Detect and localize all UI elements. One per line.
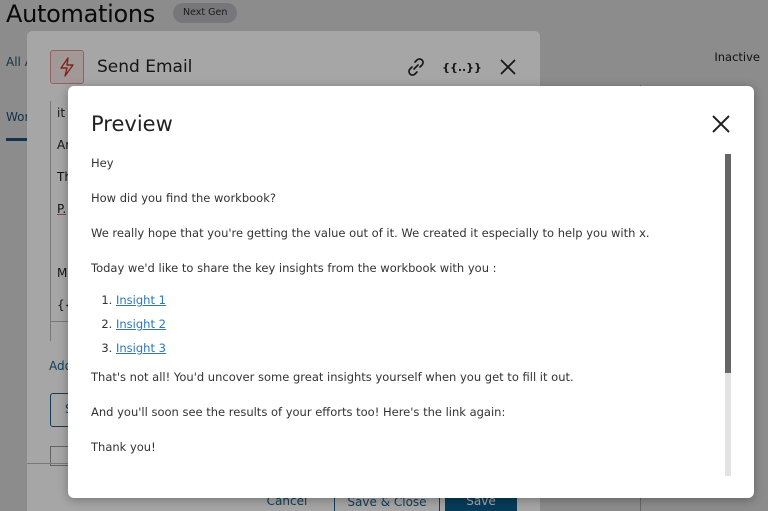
close-icon[interactable] xyxy=(710,113,732,135)
preview-paragraph: Thank you! xyxy=(91,440,156,454)
insights-list: Insight 1 Insight 2 Insight 3 xyxy=(116,293,711,355)
list-item: Insight 2 xyxy=(116,317,711,331)
preview-title: Preview xyxy=(91,112,173,136)
scrollbar-track[interactable] xyxy=(725,154,731,476)
preview-paragraph: We really hope that you're getting the v… xyxy=(91,226,650,240)
scrollbar-thumb[interactable] xyxy=(725,154,731,373)
preview-paragraph: Hey xyxy=(91,156,114,170)
preview-body: Hey How did you find the workbook? We re… xyxy=(91,156,711,476)
list-item: Insight 1 xyxy=(116,293,711,307)
preview-paragraph: That's not all! You'd uncover some great… xyxy=(91,370,574,384)
preview-paragraph: And you'll soon see the results of your … xyxy=(91,405,506,419)
insight-link[interactable]: Insight 3 xyxy=(116,341,166,355)
list-item: Insight 3 xyxy=(116,341,711,355)
insight-link[interactable]: Insight 1 xyxy=(116,293,166,307)
preview-modal: Preview Hey How did you find the workboo… xyxy=(68,86,754,498)
insight-link[interactable]: Insight 2 xyxy=(116,317,166,331)
preview-paragraph: How did you find the workbook? xyxy=(91,191,276,205)
preview-paragraph: Today we'd like to share the key insight… xyxy=(91,261,497,275)
